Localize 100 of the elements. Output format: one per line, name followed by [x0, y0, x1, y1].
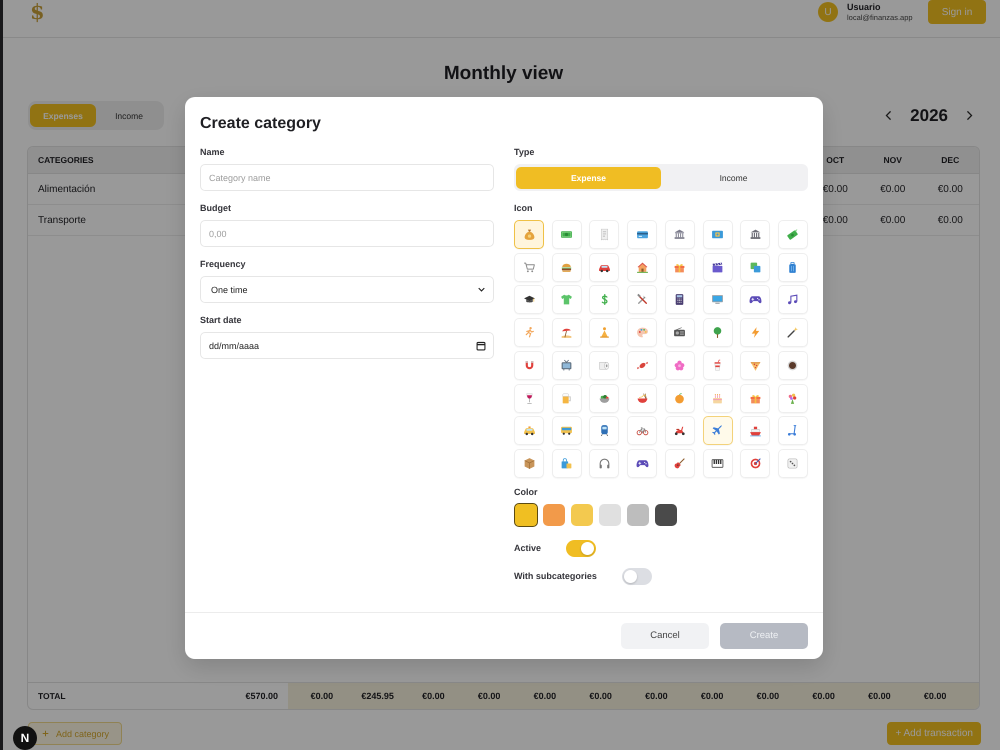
bouquet-icon: [786, 392, 800, 405]
table-cell-text: €0.00: [588, 691, 613, 701]
table-cell-text: Transporte: [37, 214, 86, 226]
music-note-icon: [786, 293, 800, 306]
toggle-switch[interactable]: [622, 568, 652, 585]
toggle-label: Active: [514, 542, 542, 554]
flower-icon: [673, 358, 686, 372]
dropdown[interactable]: One time: [200, 276, 494, 304]
table-cell-text: €245.95: [360, 691, 395, 701]
table-cell-text: €570.00: [245, 690, 279, 703]
headphones-icon: [598, 456, 611, 470]
input-field[interactable]: 0,00: [200, 220, 494, 248]
cancel-button[interactable]: Cancel: [621, 622, 709, 649]
field-label: Color: [514, 486, 538, 498]
columned-building-icon: [748, 228, 762, 242]
field-label: Budget: [200, 202, 232, 214]
shopping-cart-icon: [522, 260, 536, 274]
add-transaction-button[interactable]: + Add transaction: [887, 722, 981, 745]
page-title: Monthly view: [442, 62, 564, 86]
table-cell-text: €0.00: [700, 691, 724, 701]
color-swatch[interactable]: [543, 504, 565, 526]
table-cell-text: €0.00: [879, 214, 906, 226]
table-cell-text: €0.00: [922, 691, 948, 701]
money-note-icon: [711, 228, 724, 242]
chevron-left-icon[interactable]: [885, 110, 892, 121]
money-bag-icon: [522, 228, 536, 242]
color-swatch[interactable]: [655, 504, 677, 526]
noodle-bowl-icon: [636, 392, 649, 405]
table-cell-text: €0.00: [644, 691, 669, 701]
table-cell-text: TOTAL: [37, 690, 67, 703]
toggle-switch[interactable]: [566, 540, 596, 557]
taxi-icon: [522, 424, 536, 438]
table-cell-text: €0.00: [756, 691, 780, 701]
table-cell-text: Alimentación: [37, 184, 96, 194]
table-cell-text: €0.00: [936, 184, 964, 194]
tab[interactable]: Income: [96, 104, 162, 127]
motor-scooter-icon: [673, 424, 686, 438]
birthday-cake-icon: [711, 392, 724, 405]
person-icon: [598, 326, 611, 340]
table-cell-text: €0.00: [867, 691, 892, 701]
magic-wand-icon: [786, 326, 800, 340]
field-label: Icon: [514, 202, 534, 214]
monitor-icon: [711, 293, 724, 306]
magnet-icon: [522, 358, 536, 372]
tab[interactable]: Expenses: [30, 104, 96, 127]
ship-icon: [748, 424, 762, 438]
column-header: DEC: [940, 155, 960, 165]
burger-icon: [560, 260, 574, 274]
shopping-bags-icon: [560, 456, 574, 470]
calendar-icon[interactable]: [476, 340, 486, 351]
table-cell-text: €0.00: [879, 184, 906, 194]
overlapping-squares-icon: [748, 260, 762, 274]
input-field[interactable]: Category name: [200, 164, 494, 192]
piano-keys-icon: [711, 456, 724, 470]
column-header: CATEGORIES: [37, 155, 94, 165]
calculator-icon: [673, 293, 686, 306]
plus-icon: [42, 730, 49, 737]
tv-icon: [560, 358, 574, 372]
sign-in-button[interactable]: Sign in: [928, 0, 986, 24]
table-cell-text: €0.00: [822, 214, 849, 226]
beer-mug-icon: [560, 392, 574, 405]
table-cell-text: €0.00: [310, 691, 334, 701]
dice-icon: [786, 456, 800, 470]
radio-icon: [673, 326, 686, 340]
add-category-button[interactable]: Add category: [28, 722, 122, 745]
field-label: Start date: [200, 314, 243, 326]
palette-icon: [636, 326, 649, 340]
color-swatch[interactable]: [627, 504, 649, 526]
table-cell-text: €0.00: [811, 691, 836, 701]
chevron-down-icon: [478, 287, 485, 292]
user-name: Usuario: [847, 2, 882, 12]
package-icon: [522, 456, 536, 470]
date-field[interactable]: dd/mm/aaaa: [200, 332, 494, 360]
field-label: Frequency: [200, 258, 247, 270]
color-swatch[interactable]: [514, 502, 538, 527]
tab[interactable]: Income: [661, 167, 806, 190]
dev-indicator[interactable]: N: [13, 726, 37, 750]
color-swatch[interactable]: [599, 504, 621, 526]
field-label: Type: [514, 146, 536, 158]
table-cell-text: €0.00: [421, 691, 446, 701]
avatar: U: [818, 2, 838, 22]
table-cell-text: €0.00: [476, 691, 502, 701]
tab[interactable]: Expense: [516, 167, 661, 190]
logo[interactable]: $: [30, 1, 45, 23]
dialog-title: Create category: [200, 114, 322, 134]
beach-umbrella-icon: [560, 326, 574, 340]
table-cell-text: €0.00: [822, 184, 849, 194]
year-label: 2026: [910, 106, 948, 126]
guitar-icon: [673, 456, 686, 470]
bank-icon: [673, 228, 686, 242]
coffee-cup-icon: [786, 358, 800, 372]
bus-icon: [560, 424, 574, 438]
fruit-icon: [673, 392, 686, 405]
airplane-icon: [711, 424, 724, 438]
chevron-right-icon[interactable]: [966, 110, 973, 121]
tree-icon: [711, 326, 724, 340]
field-label: Name: [200, 146, 226, 158]
tools-icon: [636, 293, 649, 306]
color-swatch[interactable]: [571, 504, 593, 526]
t-shirt-icon: [560, 293, 574, 306]
